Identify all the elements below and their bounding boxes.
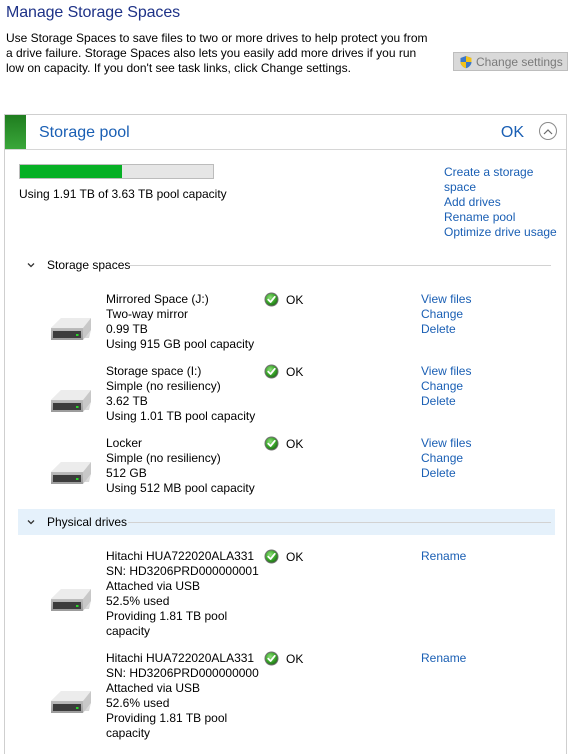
space-name: Mirrored Space (J:) — [106, 292, 209, 306]
pool-title: Storage pool — [39, 124, 130, 141]
storage-space-info: Locker Simple (no resiliency) 512 GB Usi… — [106, 436, 261, 496]
drive-model: Hitachi HUA722020ALA331 — [106, 651, 255, 665]
space-resiliency: Two-way mirror — [106, 307, 189, 321]
change-link[interactable]: Change — [421, 307, 471, 322]
storage-pool-panel: Storage pool OK Using 1.91 TB of 3.63 TB… — [4, 114, 567, 754]
storage-space-info: Mirrored Space (J:) Two-way mirror 0.99 … — [106, 292, 261, 352]
drive-providing-cont: capacity — [106, 726, 151, 740]
space-size: 512 GB — [106, 466, 147, 480]
add-drives-link[interactable]: Add drives — [444, 195, 559, 210]
pool-capacity-bar — [19, 164, 214, 179]
status-text: OK — [286, 549, 304, 564]
status-text: OK — [286, 292, 304, 307]
storage-spaces-group-header[interactable]: Storage spaces — [18, 252, 555, 278]
divider — [128, 522, 551, 523]
space-usage: Using 1.01 TB pool capacity — [106, 409, 256, 423]
pool-capacity-fill — [20, 165, 122, 178]
drive-providing: Providing 1.81 TB pool — [106, 711, 228, 725]
space-actions: View files Change Delete — [421, 292, 471, 337]
rename-drive-link[interactable]: Rename — [421, 651, 466, 666]
drive-icon — [47, 689, 93, 717]
drive-actions: Rename — [421, 651, 466, 666]
uac-shield-icon — [460, 55, 472, 68]
status-badge: OK — [264, 549, 303, 564]
space-actions: View files Change Delete — [421, 364, 471, 409]
status-text: OK — [286, 436, 304, 451]
ok-check-icon — [264, 364, 279, 379]
drive-used: 52.6% used — [106, 696, 170, 710]
status-badge: OK — [264, 292, 303, 307]
space-usage: Using 512 MB pool capacity — [106, 481, 255, 495]
pool-usage-text: Using 1.91 TB of 3.63 TB pool capacity — [19, 187, 227, 201]
drive-model: Hitachi HUA722020ALA331 — [106, 549, 255, 563]
space-size: 0.99 TB — [106, 322, 148, 336]
storage-pool-header: Storage pool OK — [5, 115, 566, 150]
drive-serial: SN: HD3206PRD000000000 — [106, 666, 259, 680]
drive-connection: Attached via USB — [106, 579, 201, 593]
collapse-pool-button[interactable] — [539, 122, 557, 140]
view-files-link[interactable]: View files — [421, 292, 471, 307]
drive-connection: Attached via USB — [106, 681, 201, 695]
status-badge: OK — [264, 364, 303, 379]
view-files-link[interactable]: View files — [421, 436, 471, 451]
space-name: Storage space (I:) — [106, 364, 202, 378]
drive-serial: SN: HD3206PRD000000001 — [106, 564, 259, 578]
delete-link[interactable]: Delete — [421, 322, 471, 337]
status-text: OK — [286, 651, 304, 666]
physical-drive-info: Hitachi HUA722020ALA331 SN: HD3206PRD000… — [106, 549, 261, 639]
space-name: Locker — [106, 436, 143, 450]
divider — [128, 265, 551, 266]
delete-link[interactable]: Delete — [421, 466, 471, 481]
pool-status-stripe — [5, 115, 26, 149]
storage-space-info: Storage space (I:) Simple (no resiliency… — [106, 364, 261, 424]
ok-check-icon — [264, 651, 279, 666]
space-usage: Using 915 GB pool capacity — [106, 337, 255, 351]
view-files-link[interactable]: View files — [421, 364, 471, 379]
page-title: Manage Storage Spaces — [6, 4, 181, 21]
delete-link[interactable]: Delete — [421, 394, 471, 409]
drive-icon — [47, 587, 93, 615]
space-size: 3.62 TB — [106, 394, 148, 408]
status-badge: OK — [264, 436, 303, 451]
drive-used: 52.5% used — [106, 594, 170, 608]
ok-check-icon — [264, 292, 279, 307]
change-settings-label: Change settings — [476, 54, 563, 69]
change-settings-button[interactable]: Change settings — [453, 52, 568, 71]
space-resiliency: Simple (no resiliency) — [106, 379, 221, 393]
storage-spaces-label: Storage spaces — [47, 258, 131, 272]
physical-drives-label: Physical drives — [47, 515, 128, 529]
drive-icon — [47, 388, 93, 416]
space-actions: View files Change Delete — [421, 436, 471, 481]
pool-status: OK — [500, 124, 524, 141]
drive-icon — [47, 316, 93, 344]
change-link[interactable]: Change — [421, 451, 471, 466]
change-link[interactable]: Change — [421, 379, 471, 394]
drive-icon — [47, 460, 93, 488]
chevron-down-icon — [27, 263, 35, 268]
drive-actions: Rename — [421, 549, 466, 564]
physical-drives-group-header[interactable]: Physical drives — [18, 509, 555, 535]
status-badge: OK — [264, 651, 303, 666]
pool-task-links: Create a storage space Add drives Rename… — [444, 165, 559, 240]
space-resiliency: Simple (no resiliency) — [106, 451, 221, 465]
chevron-down-icon — [27, 520, 35, 525]
ok-check-icon — [264, 436, 279, 451]
optimize-drive-usage-link[interactable]: Optimize drive usage — [444, 225, 559, 240]
rename-drive-link[interactable]: Rename — [421, 549, 466, 564]
ok-check-icon — [264, 549, 279, 564]
chevron-up-icon — [543, 128, 553, 134]
drive-providing-cont: capacity — [106, 624, 151, 638]
page-description: Use Storage Spaces to save files to two … — [6, 31, 428, 75]
physical-drive-info: Hitachi HUA722020ALA331 SN: HD3206PRD000… — [106, 651, 261, 741]
drive-providing: Providing 1.81 TB pool — [106, 609, 228, 623]
status-text: OK — [286, 364, 304, 379]
create-storage-space-link[interactable]: Create a storage space — [444, 165, 559, 195]
rename-pool-link[interactable]: Rename pool — [444, 210, 559, 225]
